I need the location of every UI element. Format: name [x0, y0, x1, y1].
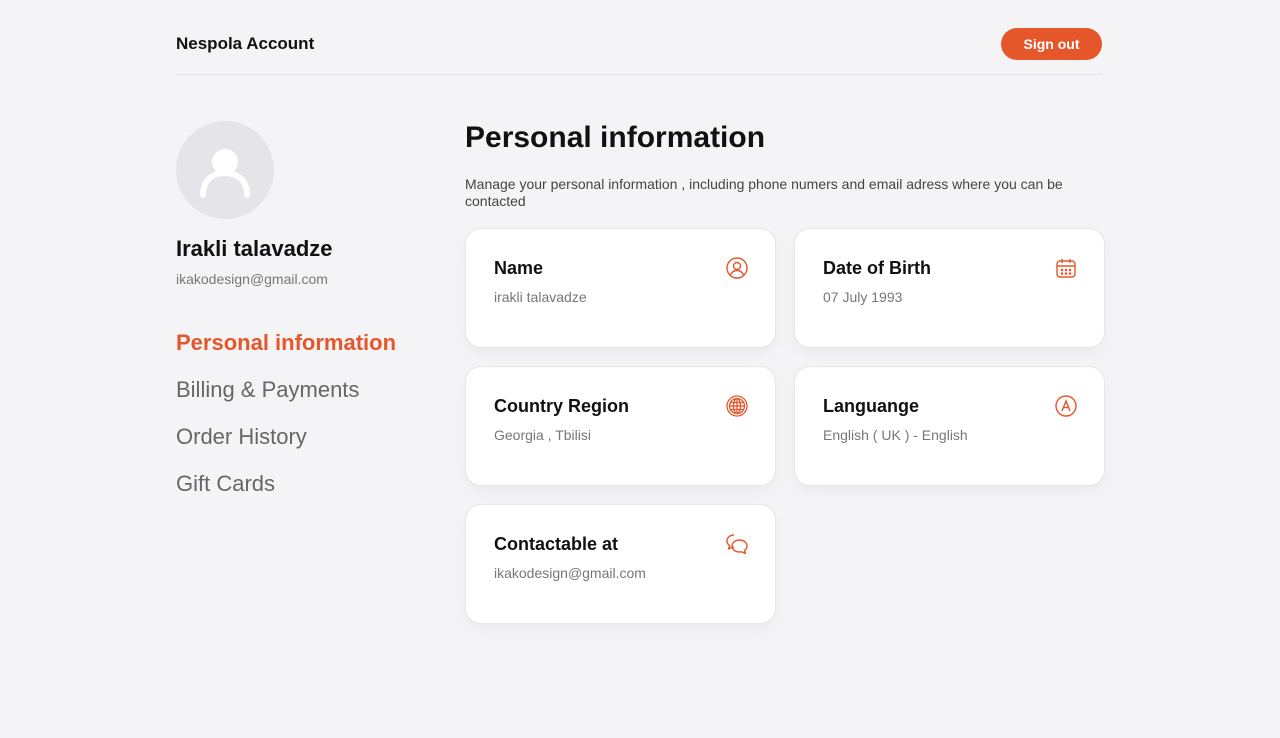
profile-name: Irakli talavadze [176, 236, 333, 261]
nav-item-billing-payments[interactable]: Billing & Payments [176, 376, 396, 423]
card-title: Languange [823, 396, 920, 416]
page-title: Personal information [465, 121, 766, 154]
card-value: 07 July 1993 [823, 289, 903, 305]
page-description: Manage your personal information , inclu… [465, 176, 1063, 209]
sign-out-button[interactable]: Sign out [1001, 28, 1102, 60]
top-header: Nespola Account Sign out [176, 0, 1102, 75]
card-contactable-at[interactable]: Contactable at ikakodesign@gmail.com [465, 504, 776, 624]
user-icon [725, 256, 749, 280]
language-icon [1054, 394, 1078, 418]
profile-email: ikakodesign@gmail.com [176, 271, 328, 287]
user-avatar-icon [200, 149, 250, 198]
card-title: Name [494, 258, 544, 278]
card-value: Georgia , Tbilisi [494, 427, 592, 443]
calendar-icon [1054, 256, 1078, 280]
nav-item-personal-information[interactable]: Personal information [176, 329, 396, 376]
card-title: Contactable at [494, 534, 619, 554]
nav-item-gift-cards[interactable]: Gift Cards [176, 470, 396, 517]
chat-icon [725, 532, 749, 556]
card-country-region[interactable]: Country Region Georgia , Tbilisi [465, 366, 776, 486]
brand-title: Nespola Account [176, 34, 315, 53]
avatar[interactable] [176, 121, 274, 219]
sidebar-nav: Personal information Billing & Payments … [176, 329, 396, 517]
card-value: ikakodesign@gmail.com [494, 565, 646, 581]
nav-item-order-history[interactable]: Order History [176, 423, 396, 470]
card-language[interactable]: Languange English ( UK ) - English [794, 366, 1105, 486]
card-value: English ( UK ) - English [823, 427, 968, 443]
card-value: irakli talavadze [494, 289, 587, 305]
globe-icon [725, 394, 749, 418]
card-title: Date of Birth [823, 258, 931, 278]
card-title: Country Region [494, 396, 629, 416]
card-name[interactable]: Name irakli talavadze [465, 228, 776, 348]
card-date-of-birth[interactable]: Date of Birth 07 July 1993 [794, 228, 1105, 348]
